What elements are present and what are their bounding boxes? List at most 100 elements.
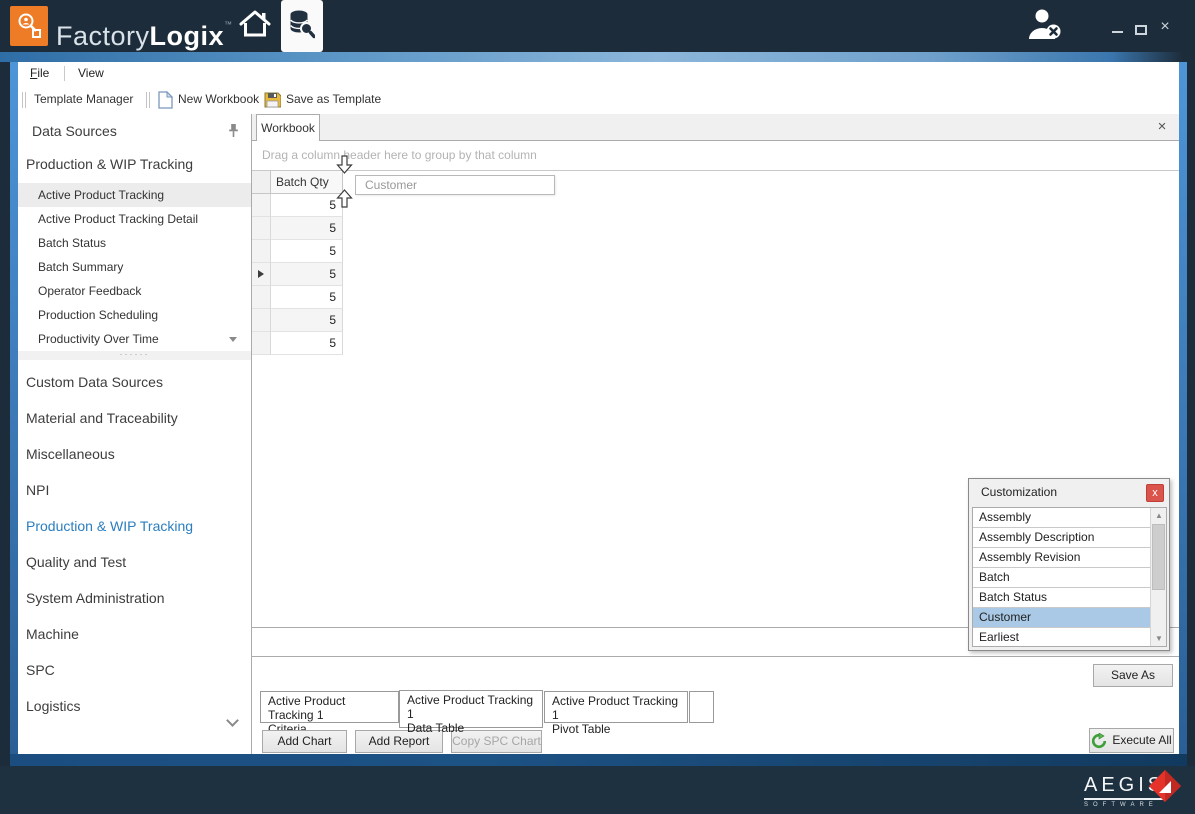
chevron-down-icon[interactable] <box>229 337 237 342</box>
category-custom-data-sources[interactable]: Custom Data Sources <box>18 364 251 400</box>
tab-new-empty[interactable] <box>689 691 714 723</box>
window-border-left <box>10 62 18 754</box>
user-logout-icon <box>1025 7 1065 46</box>
chevron-shape <box>226 714 239 727</box>
tab-data-table[interactable]: Active Product Tracking 1 Data Table <box>399 690 543 728</box>
save-as-button[interactable]: Save As <box>1093 664 1173 687</box>
menu-view[interactable]: View <box>78 66 104 80</box>
row-indicator-cell <box>252 309 271 332</box>
customization-field-list: Assembly Assembly Description Assembly R… <box>972 507 1167 647</box>
close-button[interactable]: × <box>1154 16 1176 38</box>
scroll-down-chevron-icon[interactable] <box>222 714 242 734</box>
batch-qty-cell[interactable]: 5 <box>271 240 343 263</box>
panel-title: Data Sources <box>32 123 117 139</box>
category-miscellaneous[interactable]: Miscellaneous <box>18 436 251 472</box>
table-row[interactable]: 5 <box>252 286 343 309</box>
home-button[interactable] <box>233 0 277 52</box>
data-sources-panel: Data Sources Production & WIP Tracking A… <box>18 114 252 754</box>
sidebar-item-production-scheduling[interactable]: Production Scheduling <box>18 303 251 327</box>
table-row[interactable]: 5 <box>252 217 343 240</box>
category-machine[interactable]: Machine <box>18 616 251 652</box>
tab-label-line2: Data Table <box>407 721 535 735</box>
scrollbar-thumb[interactable] <box>1152 524 1165 590</box>
sidebar-item-active-product-tracking-detail[interactable]: Active Product Tracking Detail <box>18 207 251 231</box>
field-assembly[interactable]: Assembly <box>973 508 1151 528</box>
column-header-batch-qty[interactable]: Batch Qty <box>271 171 343 194</box>
sidebar-item-batch-status[interactable]: Batch Status <box>18 231 251 255</box>
data-analysis-button[interactable] <box>281 0 323 52</box>
category-quality-and-test[interactable]: Quality and Test <box>18 544 251 580</box>
table-row[interactable]: 5 <box>252 194 343 217</box>
scrollbar-up-icon[interactable]: ▲ <box>1151 508 1167 523</box>
add-chart-button[interactable]: Add Chart <box>262 730 347 753</box>
tab-label-line1: Active Product Tracking 1 <box>407 693 535 721</box>
field-assembly-revision[interactable]: Assembly Revision <box>973 548 1151 568</box>
batch-qty-cell[interactable]: 5 <box>271 217 343 240</box>
template-manager-button[interactable]: Template Manager <box>34 92 133 106</box>
workbook-close-icon[interactable]: × <box>1153 117 1171 137</box>
batch-qty-cell[interactable]: 5 <box>271 263 343 286</box>
batch-qty-cell[interactable]: 5 <box>271 286 343 309</box>
tab-label-line1: Active Product Tracking 1 <box>552 694 680 722</box>
scrollbar-down-icon[interactable]: ▼ <box>1151 631 1167 646</box>
field-batch[interactable]: Batch <box>973 568 1151 588</box>
sidebar-item-operator-feedback[interactable]: Operator Feedback <box>18 279 251 303</box>
field-earliest[interactable]: Earliest <box>973 628 1151 647</box>
drop-indicator-up-arrow-icon <box>336 189 353 211</box>
tab-workbook[interactable]: Workbook <box>256 114 320 141</box>
row-indicator-cell <box>252 286 271 309</box>
toolbar-grip <box>22 92 26 108</box>
customization-title: Customization <box>981 485 1057 499</box>
brand-logix: Logix <box>150 21 225 51</box>
workbook-tab-strip: Workbook × <box>252 114 1179 141</box>
field-batch-status[interactable]: Batch Status <box>973 588 1151 608</box>
row-indicator-cell <box>252 332 271 355</box>
sidebar-item-productivity-over-time[interactable]: Productivity Over Time <box>18 327 251 351</box>
tab-label-line1: Active Product Tracking 1 <box>268 694 391 722</box>
category-npi[interactable]: NPI <box>18 472 251 508</box>
category-system-administration[interactable]: System Administration <box>18 580 251 616</box>
new-workbook-button[interactable]: New Workbook <box>178 92 259 106</box>
category-spc[interactable]: SPC <box>18 652 251 688</box>
table-row[interactable]: 5 <box>252 309 343 332</box>
category-material-and-traceability[interactable]: Material and Traceability <box>18 400 251 436</box>
dragged-column-header-customer[interactable]: Customer <box>355 175 555 195</box>
table-row[interactable]: 5 <box>252 263 343 286</box>
field-assembly-description[interactable]: Assembly Description <box>973 528 1151 548</box>
table-row[interactable]: 5 <box>252 332 343 355</box>
tab-pivot-table[interactable]: Active Product Tracking 1 Pivot Table <box>544 691 688 723</box>
app-title: FactoryLogix™ <box>56 0 233 52</box>
save-as-template-button[interactable]: Save as Template <box>286 92 381 106</box>
sidebar-item-label: Productivity Over Time <box>38 332 159 346</box>
scrollbar[interactable]: ▲ ▼ <box>1150 508 1166 646</box>
customization-close-button[interactable]: x <box>1146 484 1164 502</box>
sidebar-item-active-product-tracking[interactable]: Active Product Tracking <box>18 183 251 207</box>
footer-bar: AEGIS SOFTWARE <box>0 766 1195 814</box>
save-as-template-icon[interactable] <box>264 92 281 111</box>
table-row[interactable]: 5 <box>252 240 343 263</box>
group-header-production-wip[interactable]: Production & WIP Tracking <box>26 156 193 172</box>
list-splitter-handle[interactable]: ······ <box>18 351 251 360</box>
new-workbook-icon[interactable] <box>158 91 173 112</box>
home-icon <box>238 9 272 44</box>
title-bar: FactoryLogix™ <box>0 0 1195 52</box>
workbook-area: Workbook × Drag a column header here to … <box>252 114 1179 754</box>
row-indicator-cell <box>252 217 271 240</box>
batch-qty-cell[interactable]: 5 <box>271 309 343 332</box>
current-row-arrow-icon <box>258 270 264 278</box>
database-search-icon <box>289 9 315 44</box>
menu-file[interactable]: File <box>30 66 49 80</box>
group-by-bar[interactable]: Drag a column header here to group by th… <box>252 141 1179 171</box>
minimize-button[interactable] <box>1106 24 1128 40</box>
batch-qty-cell[interactable]: 5 <box>271 332 343 355</box>
execute-all-button[interactable]: Execute All <box>1089 728 1174 753</box>
logout-user-button[interactable] <box>1022 0 1068 52</box>
pin-icon[interactable] <box>228 123 239 141</box>
category-production-wip-tracking[interactable]: Production & WIP Tracking <box>18 508 251 544</box>
sidebar-item-batch-summary[interactable]: Batch Summary <box>18 255 251 279</box>
maximize-button[interactable] <box>1130 22 1152 38</box>
field-customer[interactable]: Customer <box>973 608 1151 628</box>
batch-qty-cell[interactable]: 5 <box>271 194 343 217</box>
category-logistics[interactable]: Logistics <box>18 688 251 724</box>
tab-criteria[interactable]: Active Product Tracking 1 Criteria <box>260 691 399 723</box>
